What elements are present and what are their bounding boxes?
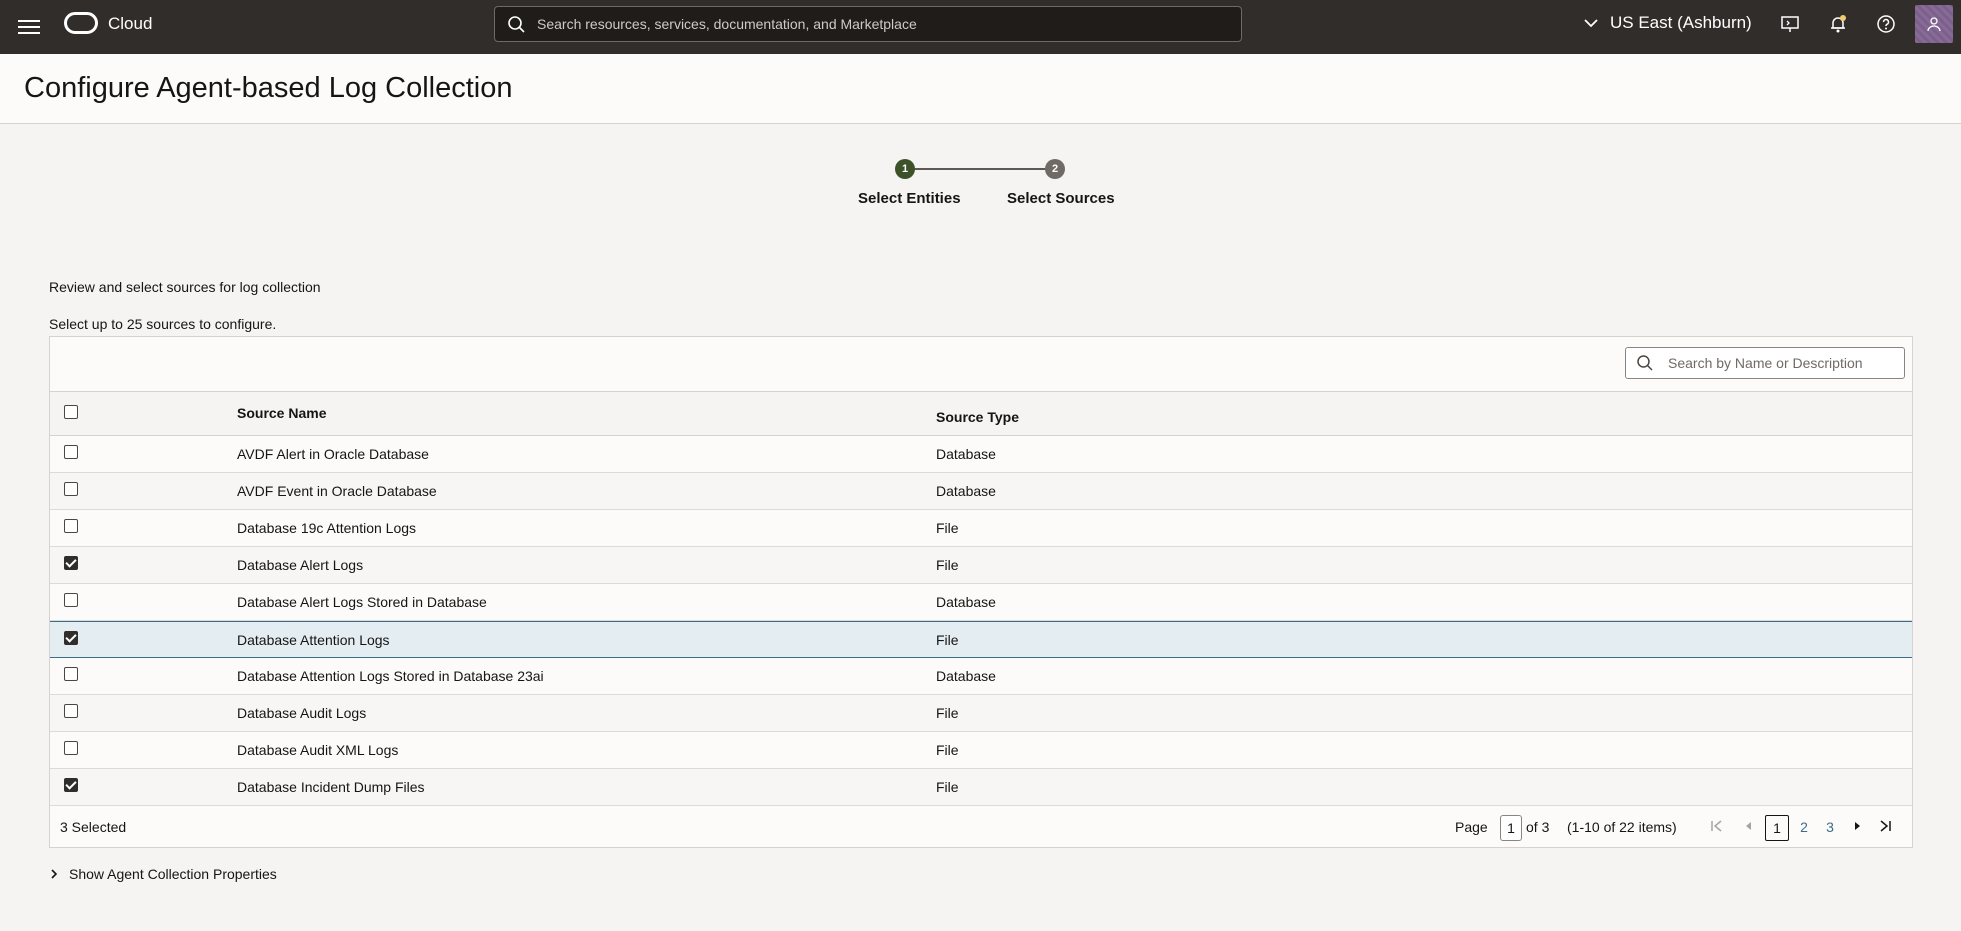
step-1-indicator[interactable]: 1 xyxy=(895,159,915,179)
source-type-cell: File xyxy=(936,705,959,721)
table-row-highlighted[interactable]: Database Attention Logs File xyxy=(50,621,1912,658)
selection-limit-text: Select up to 25 sources to configure. xyxy=(49,316,277,332)
sources-table-panel: Source Name Source Type AVDF Alert in Or… xyxy=(49,336,1913,848)
last-page-icon[interactable] xyxy=(1878,819,1892,836)
search-icon xyxy=(508,16,525,33)
row-checkbox[interactable] xyxy=(64,704,78,718)
next-page-icon[interactable] xyxy=(1850,819,1864,836)
row-checkbox[interactable] xyxy=(64,778,78,792)
table-row[interactable]: Database Audit XML Logs File xyxy=(50,732,1912,769)
global-search[interactable] xyxy=(494,6,1242,42)
oracle-logo[interactable] xyxy=(64,12,98,34)
source-name-cell: Database Audit Logs xyxy=(237,705,367,721)
brand-name[interactable]: Cloud xyxy=(108,14,152,34)
table-row[interactable]: Database Alert Logs Stored in Database D… xyxy=(50,584,1912,621)
table-row[interactable]: Database Alert Logs File xyxy=(50,547,1912,584)
source-name-cell: Database Attention Logs Stored in Databa… xyxy=(237,668,544,684)
page-number-input[interactable]: 1 xyxy=(1500,815,1522,841)
wizard-stepper: 1 2 Select Entities Select Sources xyxy=(850,158,1130,218)
step-2-label[interactable]: Select Sources xyxy=(1007,190,1115,207)
table-row[interactable]: Database Incident Dump Files File xyxy=(50,769,1912,806)
show-agent-properties-toggle[interactable]: Show Agent Collection Properties xyxy=(49,866,277,882)
source-name-cell: AVDF Event in Oracle Database xyxy=(237,483,437,499)
page-header: Configure Agent-based Log Collection xyxy=(0,54,1961,124)
row-checkbox[interactable] xyxy=(64,482,78,496)
row-checkbox[interactable] xyxy=(64,445,78,459)
step-1-label[interactable]: Select Entities xyxy=(858,190,961,207)
row-checkbox[interactable] xyxy=(64,519,78,533)
source-type-cell: Database xyxy=(936,668,996,684)
global-search-input[interactable] xyxy=(537,16,1217,32)
table-search[interactable] xyxy=(1625,347,1905,379)
source-name-cell: Database Alert Logs Stored in Database xyxy=(237,594,487,610)
profile-avatar[interactable] xyxy=(1915,5,1953,43)
chevron-right-icon xyxy=(51,869,58,879)
review-description: Review and select sources for log collec… xyxy=(49,279,321,295)
table-row[interactable]: Database Attention Logs Stored in Databa… xyxy=(50,658,1912,695)
source-type-cell: Database xyxy=(936,594,996,610)
help-icon[interactable] xyxy=(1875,13,1897,35)
source-name-cell: AVDF Alert in Oracle Database xyxy=(237,446,429,462)
row-checkbox[interactable] xyxy=(64,667,78,681)
table-row[interactable]: AVDF Event in Oracle Database Database xyxy=(50,473,1912,510)
source-type-cell: File xyxy=(936,557,959,573)
source-name-cell: Database Incident Dump Files xyxy=(237,779,425,795)
source-type-cell: Database xyxy=(936,446,996,462)
chevron-down-icon xyxy=(1584,19,1598,28)
notifications-bell-icon[interactable] xyxy=(1827,13,1849,35)
show-agent-properties-label: Show Agent Collection Properties xyxy=(69,866,277,882)
previous-page-icon[interactable] xyxy=(1742,819,1756,836)
row-checkbox[interactable] xyxy=(64,593,78,607)
search-icon xyxy=(1637,355,1653,371)
source-type-cell: File xyxy=(936,632,959,648)
items-range: (1-10 of 22 items) xyxy=(1567,819,1677,835)
source-type-cell: File xyxy=(936,520,959,536)
table-search-input[interactable] xyxy=(1668,355,1898,371)
select-all-checkbox[interactable] xyxy=(64,405,78,419)
source-name-cell: Database Audit XML Logs xyxy=(237,742,399,758)
source-type-cell: File xyxy=(936,742,959,758)
column-header-source-type[interactable]: Source Type xyxy=(936,409,1019,425)
table-body: AVDF Alert in Oracle Database Database A… xyxy=(50,436,1912,806)
page-button-2[interactable]: 2 xyxy=(1792,815,1816,841)
source-type-cell: Database xyxy=(936,483,996,499)
first-page-icon[interactable] xyxy=(1710,819,1724,836)
page-button-1[interactable]: 1 xyxy=(1765,815,1789,841)
table-row[interactable]: Database Audit Logs File xyxy=(50,695,1912,732)
page-label: Page xyxy=(1455,819,1488,835)
table-row[interactable]: AVDF Alert in Oracle Database Database xyxy=(50,436,1912,473)
page-total: of 3 xyxy=(1526,819,1550,835)
user-icon xyxy=(1927,17,1941,32)
menu-icon[interactable] xyxy=(18,17,40,37)
top-navigation-bar: Cloud US East (Ashburn) xyxy=(0,0,1961,54)
source-name-cell: Database 19c Attention Logs xyxy=(237,520,417,536)
page-title: Configure Agent-based Log Collection xyxy=(24,72,513,104)
table-footer: 3 Selected Page 1 of 3 (1-10 of 22 items… xyxy=(50,807,1912,847)
developer-tools-icon[interactable] xyxy=(1779,13,1801,35)
selected-count: 3 Selected xyxy=(60,819,127,835)
region-selector[interactable]: US East (Ashburn) xyxy=(1584,13,1752,33)
row-checkbox[interactable] xyxy=(64,631,78,645)
region-label: US East (Ashburn) xyxy=(1610,13,1752,32)
step-2-indicator[interactable]: 2 xyxy=(1045,159,1065,179)
table-row[interactable]: Database 19c Attention Logs File xyxy=(50,510,1912,547)
source-name-cell: Database Attention Logs xyxy=(237,632,390,648)
page-button-3[interactable]: 3 xyxy=(1818,815,1842,841)
column-header-source-name[interactable]: Source Name xyxy=(237,405,326,421)
step-connector xyxy=(906,168,1056,170)
table-header: Source Name Source Type xyxy=(50,391,1912,436)
source-type-cell: File xyxy=(936,779,959,795)
row-checkbox[interactable] xyxy=(64,556,78,570)
row-checkbox[interactable] xyxy=(64,741,78,755)
source-name-cell: Database Alert Logs xyxy=(237,557,364,573)
